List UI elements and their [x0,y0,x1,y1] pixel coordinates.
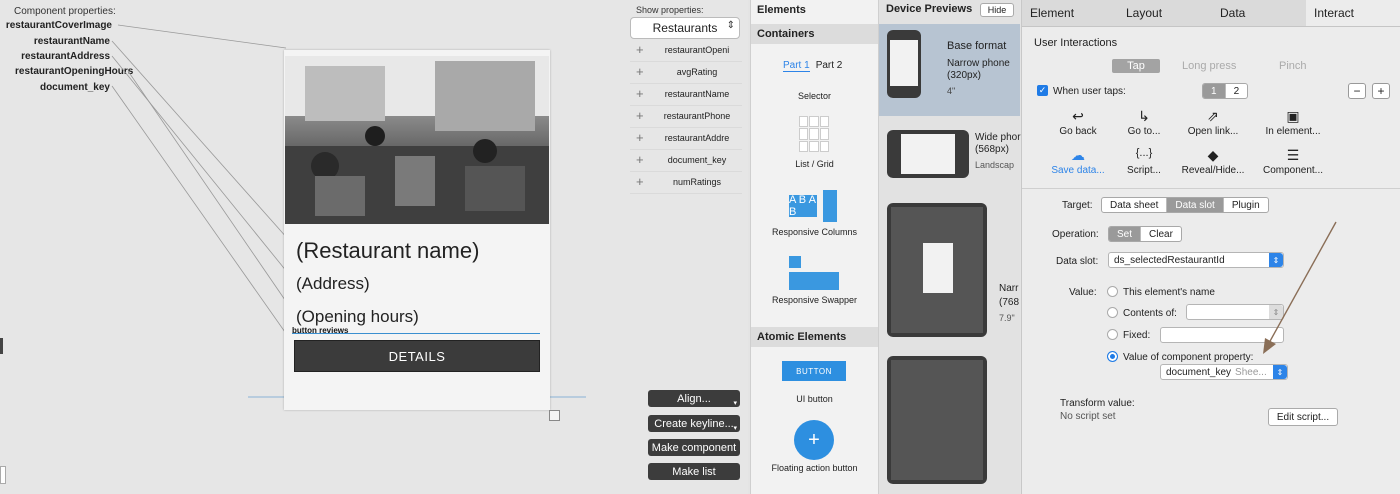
tablet-preview [887,203,987,337]
canvas-edge-field[interactable] [0,466,6,484]
design-canvas[interactable]: Component properties: restaurantCoverIma… [0,0,748,494]
wide-phone-preview [887,130,969,178]
hide-button[interactable]: Hide [980,3,1014,17]
make-component-button[interactable]: Make component [648,439,740,456]
interact-panel: Element Layout Data Interact User Intera… [1021,0,1400,494]
canvas-edge-marker [0,338,3,354]
elements-part-tabs: Part 1 Part 2 [783,60,842,72]
plus-icon[interactable]: + [794,420,834,460]
plus-icon[interactable]: + [636,108,644,123]
tab-part-2[interactable]: Part 2 [816,60,843,72]
restaurant-card-component[interactable]: (Restaurant name) (Address) (Opening hou… [284,50,550,410]
show-properties-select[interactable]: Restaurants ⇕ [630,17,740,39]
list-grid-element[interactable]: List / Grid [751,159,878,169]
device-previews-panel: Device Previews Hide Base format Narrow … [879,0,1021,494]
property-row[interactable]: + restaurantName [630,83,742,106]
transform-status: No script set [1060,411,1116,422]
plus-icon[interactable]: + [636,174,644,189]
responsive-swapper-element[interactable]: Responsive Swapper [751,295,878,305]
elements-panel: Elements Containers Part 1 Part 2 Select… [750,0,879,494]
preview-item-narrow-tablet[interactable]: Narr (768 7.9" [879,203,1020,337]
floating-action-button-element[interactable]: Floating action button [751,463,878,473]
preview-item-wide-phone[interactable]: Wide phor (568px) Landscap [879,126,1021,186]
dropdown-arrow-icon: ▾ [733,400,737,407]
list-grid-icon[interactable] [799,116,829,152]
restaurant-address-text[interactable]: (Address) [296,274,370,294]
plus-icon[interactable]: + [636,64,644,79]
create-keyline-button[interactable]: Create keyline... ▾ [648,415,740,432]
narrow-phone-preview [887,30,921,98]
align-button[interactable]: Align... ▾ [648,390,740,407]
plus-icon[interactable]: + [636,86,644,101]
property-row[interactable]: + document_key [630,149,742,172]
containers-header[interactable]: Containers [751,24,878,44]
show-properties-title: Show properties: [636,5,704,15]
restaurant-cover-image[interactable] [285,56,549,224]
responsive-swapper-small-icon [789,256,801,268]
ui-button-chip[interactable]: BUTTON [782,361,846,381]
updown-chevron-icon: ⇕ [726,20,735,31]
property-row[interactable]: + restaurantAddre [630,127,742,150]
responsive-swapper-icon[interactable] [789,272,839,290]
ui-button-element[interactable]: UI button [751,394,878,404]
details-button[interactable]: DETAILS [294,340,540,372]
responsive-columns-icon[interactable]: A B A B [789,190,841,222]
responsive-columns-element[interactable]: Responsive Columns [751,227,878,237]
restaurant-name-text[interactable]: (Restaurant name) [296,238,479,264]
property-row[interactable]: + numRatings [630,171,742,194]
edit-script-button[interactable]: Edit script... [1268,408,1338,426]
device-previews-title: Device Previews [886,3,973,15]
selector-element[interactable]: Selector [751,91,878,101]
make-list-button[interactable]: Make list [648,463,740,480]
resize-handle[interactable] [549,410,560,421]
atomic-elements-header[interactable]: Atomic Elements [751,327,878,347]
plus-icon[interactable]: + [636,152,644,167]
property-row[interactable]: + restaurantPhone [630,105,742,128]
property-row[interactable]: + avgRating [630,61,742,84]
plus-icon[interactable]: + [636,130,644,145]
selection-underline [292,333,540,334]
plus-icon[interactable]: + [636,42,644,57]
show-properties-value: Restaurants [652,21,718,35]
preview-item-base-format[interactable]: Base format Narrow phone (320px) 4" [879,24,1020,116]
large-tablet-preview[interactable] [887,356,987,484]
cafe-photo-illustration [285,56,549,224]
elements-panel-title: Elements [757,4,806,16]
restaurant-opening-hours-text[interactable]: (Opening hours) [296,307,419,327]
dropdown-arrow-icon: ▾ [733,425,737,432]
tab-part-1[interactable]: Part 1 [783,60,810,72]
transform-value-title: Transform value: [1060,398,1135,409]
property-row[interactable]: + restaurantOpeni [630,39,742,62]
